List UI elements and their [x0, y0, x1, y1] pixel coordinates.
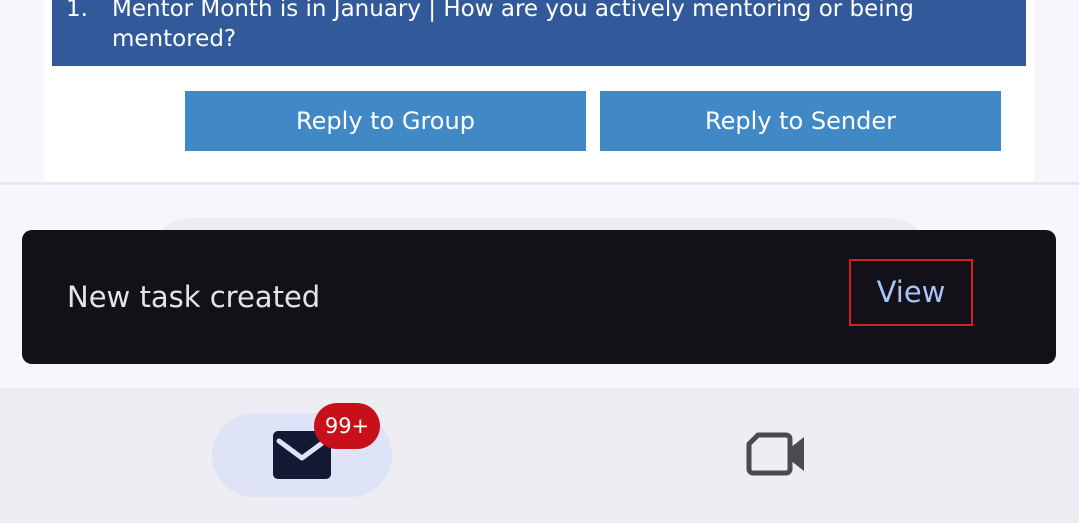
unread-badge: 99+	[314, 403, 380, 449]
topic-number: 1.	[66, 0, 88, 22]
video-icon	[746, 432, 804, 476]
nav-meet-tab[interactable]	[727, 413, 827, 497]
snackbar: New task created View	[22, 230, 1056, 364]
reply-to-sender-button[interactable]: Reply to Sender	[600, 91, 1001, 151]
reply-to-group-button[interactable]: Reply to Group	[185, 91, 586, 151]
topic-banner: 1. Mentor Month is in January | How are …	[52, 0, 1026, 66]
snackbar-message: New task created	[67, 280, 321, 314]
nav-mail-tab[interactable]: 99+	[212, 403, 392, 497]
divider	[0, 182, 1079, 185]
topic-text[interactable]: Mentor Month is in January | How are you…	[112, 0, 992, 54]
bottom-nav: 99+	[0, 388, 1079, 523]
snackbar-view-button[interactable]: View	[849, 259, 973, 326]
